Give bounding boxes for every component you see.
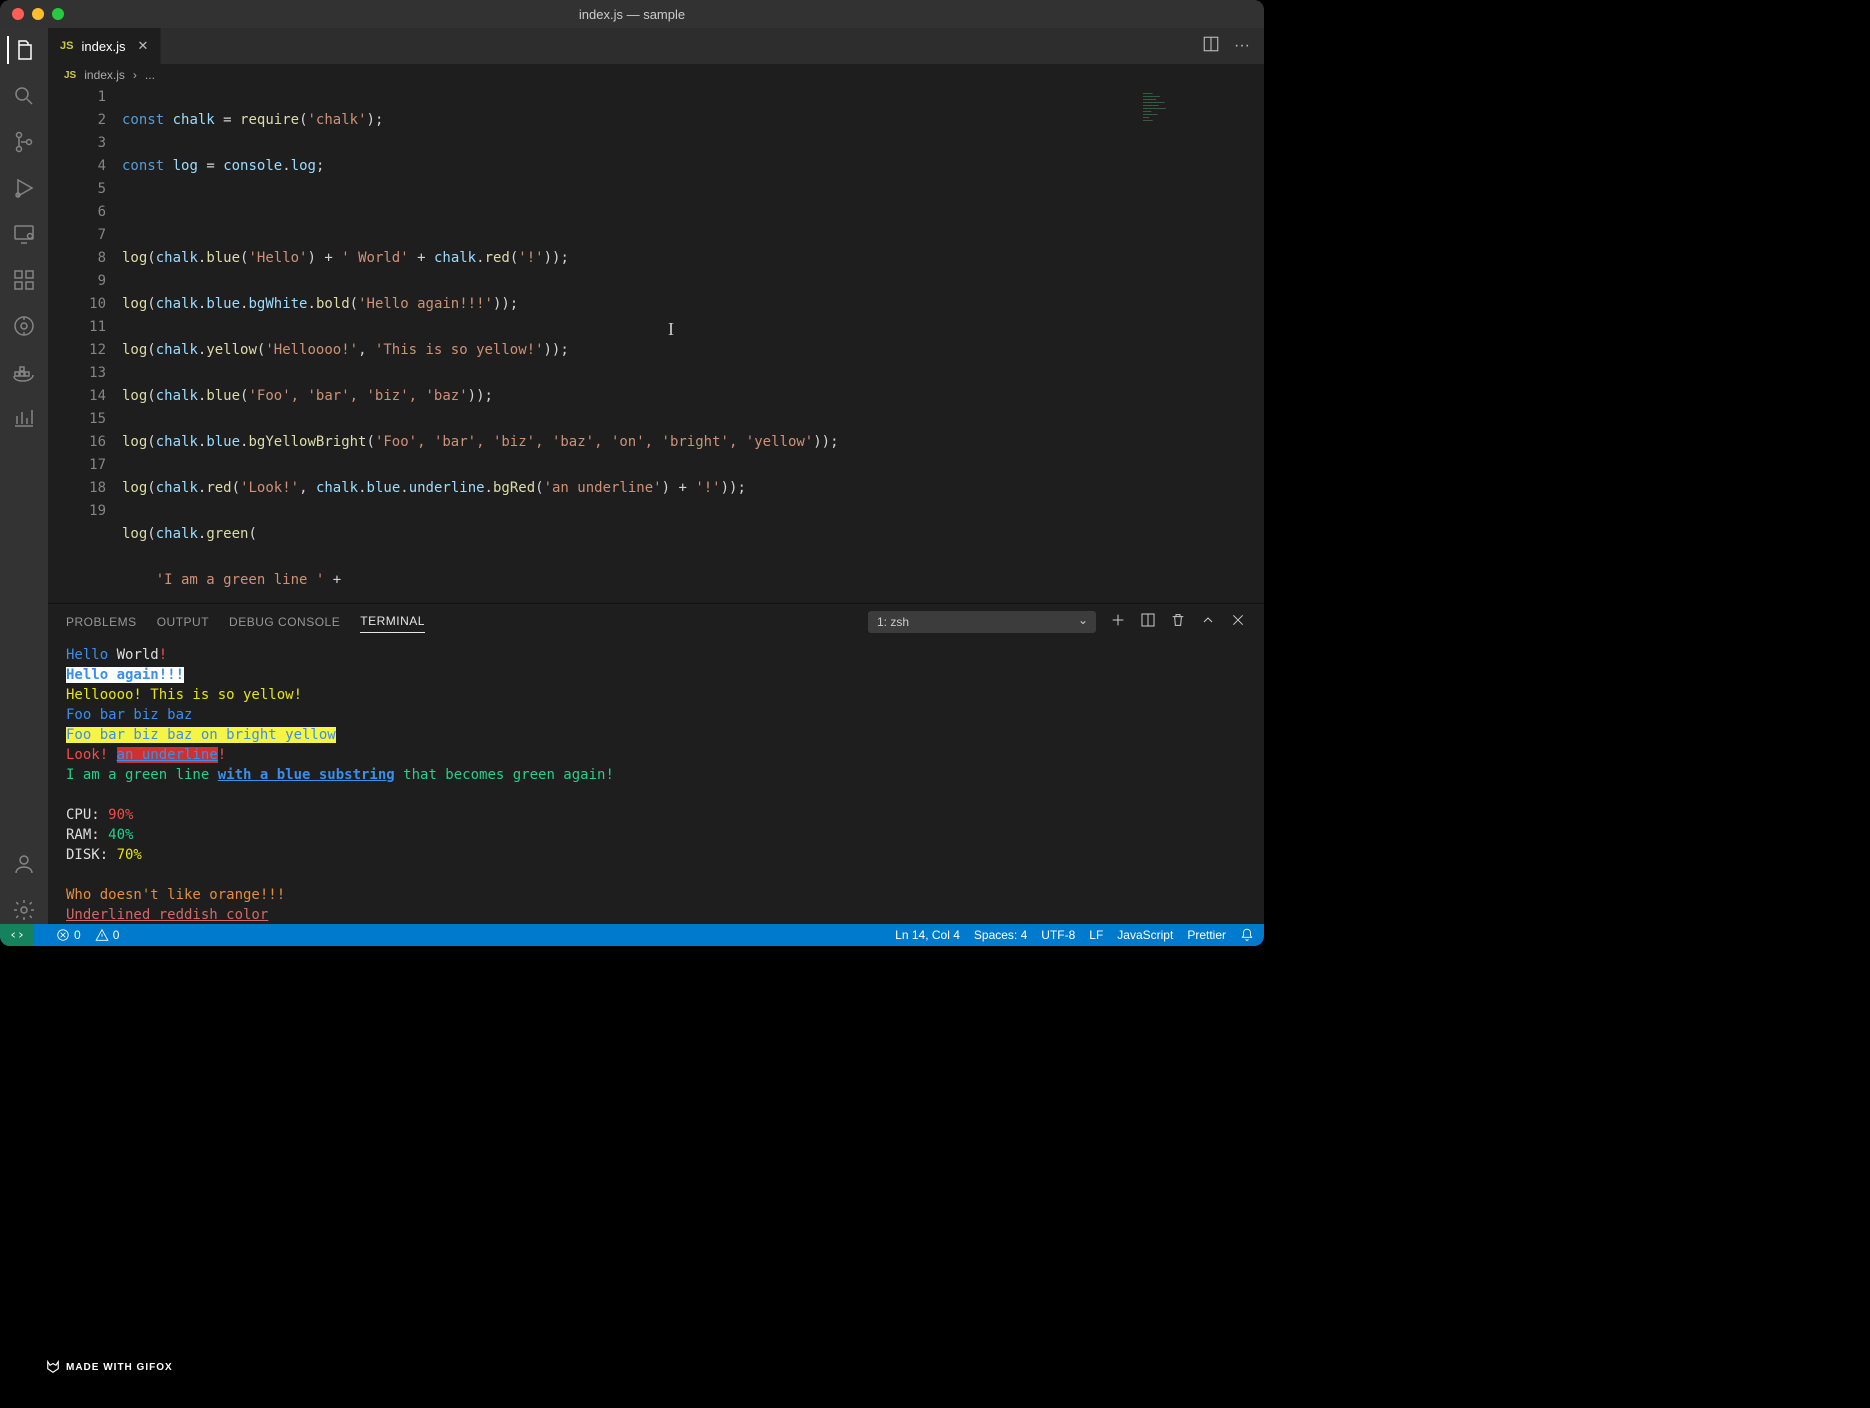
minimize-window-button[interactable]: [32, 8, 44, 20]
maximize-panel-icon[interactable]: [1200, 612, 1216, 631]
js-file-icon: JS: [60, 40, 73, 52]
code-editor[interactable]: 12345678910111213141516171819 const chal…: [48, 86, 1264, 603]
more-actions-icon[interactable]: ···: [1234, 37, 1250, 55]
breadcrumb-separator: ›: [133, 68, 137, 82]
panel-tabs: PROBLEMS OUTPUT DEBUG CONSOLE TERMINAL 1…: [48, 604, 1264, 639]
status-prettier[interactable]: Prettier: [1187, 928, 1226, 942]
new-terminal-icon[interactable]: [1110, 612, 1126, 631]
activity-bar: [0, 28, 48, 924]
source-control-icon[interactable]: [10, 128, 38, 156]
code-content[interactable]: const chalk = require('chalk'); const lo…: [122, 86, 1264, 603]
split-terminal-icon[interactable]: [1140, 612, 1156, 631]
zoom-window-button[interactable]: [52, 8, 64, 20]
status-cursor-position[interactable]: Ln 14, Col 4: [895, 928, 960, 942]
status-indentation[interactable]: Spaces: 4: [974, 928, 1027, 942]
title-bar: index.js — sample: [0, 0, 1264, 28]
tab-label: index.js: [81, 39, 125, 54]
line-numbers: 12345678910111213141516171819: [48, 86, 122, 603]
tab-problems[interactable]: PROBLEMS: [66, 611, 137, 633]
close-tab-icon[interactable]: ✕: [138, 38, 149, 54]
remote-explorer-icon[interactable]: [10, 220, 38, 248]
status-eol[interactable]: LF: [1089, 928, 1103, 942]
text-cursor-icon: I: [668, 318, 674, 341]
kill-terminal-icon[interactable]: [1170, 612, 1186, 631]
minimap[interactable]: ▬▬▬▬▬▬▬▬▬▬▬▬▬▬▬▬▬▬▬▬▬▬▬▬▬▬▬▬▬▬▬▬▬▬▬▬▬▬▬▬…: [1140, 90, 1256, 176]
split-editor-icon[interactable]: [1202, 35, 1220, 58]
tab-index-js[interactable]: JS index.js ✕: [48, 28, 161, 64]
breadcrumb-file: index.js: [84, 68, 125, 82]
gitlens-icon[interactable]: [10, 312, 38, 340]
js-file-icon: JS: [64, 70, 76, 81]
search-icon[interactable]: [10, 82, 38, 110]
terminal-output[interactable]: Hello World! Hello again!!! Helloooo! Th…: [48, 639, 1264, 924]
terminal-selector[interactable]: 1: zsh: [868, 611, 1096, 633]
run-debug-icon[interactable]: [10, 174, 38, 202]
breadcrumb[interactable]: JS index.js › ...: [48, 64, 1264, 86]
window-controls: [0, 8, 64, 20]
panel: PROBLEMS OUTPUT DEBUG CONSOLE TERMINAL 1…: [48, 603, 1264, 924]
accounts-icon[interactable]: [10, 850, 38, 878]
tab-bar: JS index.js ✕ ···: [48, 28, 1264, 64]
tab-output[interactable]: OUTPUT: [157, 611, 209, 633]
tab-debug-console[interactable]: DEBUG CONSOLE: [229, 611, 340, 633]
docker-icon[interactable]: [10, 358, 38, 386]
workbench: JS index.js ✕ ··· JS index.js › ... 1234…: [0, 28, 1264, 924]
status-notifications-icon[interactable]: [1240, 928, 1254, 942]
status-errors[interactable]: 0: [56, 928, 81, 942]
status-language[interactable]: JavaScript: [1117, 928, 1173, 942]
editor-group: JS index.js ✕ ··· JS index.js › ... 1234…: [48, 28, 1264, 924]
graph-icon[interactable]: [10, 404, 38, 432]
close-window-button[interactable]: [12, 8, 24, 20]
status-warnings[interactable]: 0: [95, 928, 120, 942]
extensions-icon[interactable]: [10, 266, 38, 294]
status-encoding[interactable]: UTF-8: [1041, 928, 1075, 942]
close-panel-icon[interactable]: [1230, 612, 1246, 631]
status-bar: 0 0 Ln 14, Col 4 Spaces: 4 UTF-8 LF Java…: [0, 924, 1264, 946]
explorer-icon[interactable]: [7, 36, 39, 64]
window-title: index.js — sample: [579, 7, 685, 22]
vscode-window: index.js — sample JS index.js: [0, 0, 1264, 946]
tab-terminal[interactable]: TERMINAL: [360, 610, 425, 633]
breadcrumb-rest: ...: [145, 68, 155, 82]
settings-gear-icon[interactable]: [10, 896, 38, 924]
remote-indicator[interactable]: [0, 924, 34, 946]
